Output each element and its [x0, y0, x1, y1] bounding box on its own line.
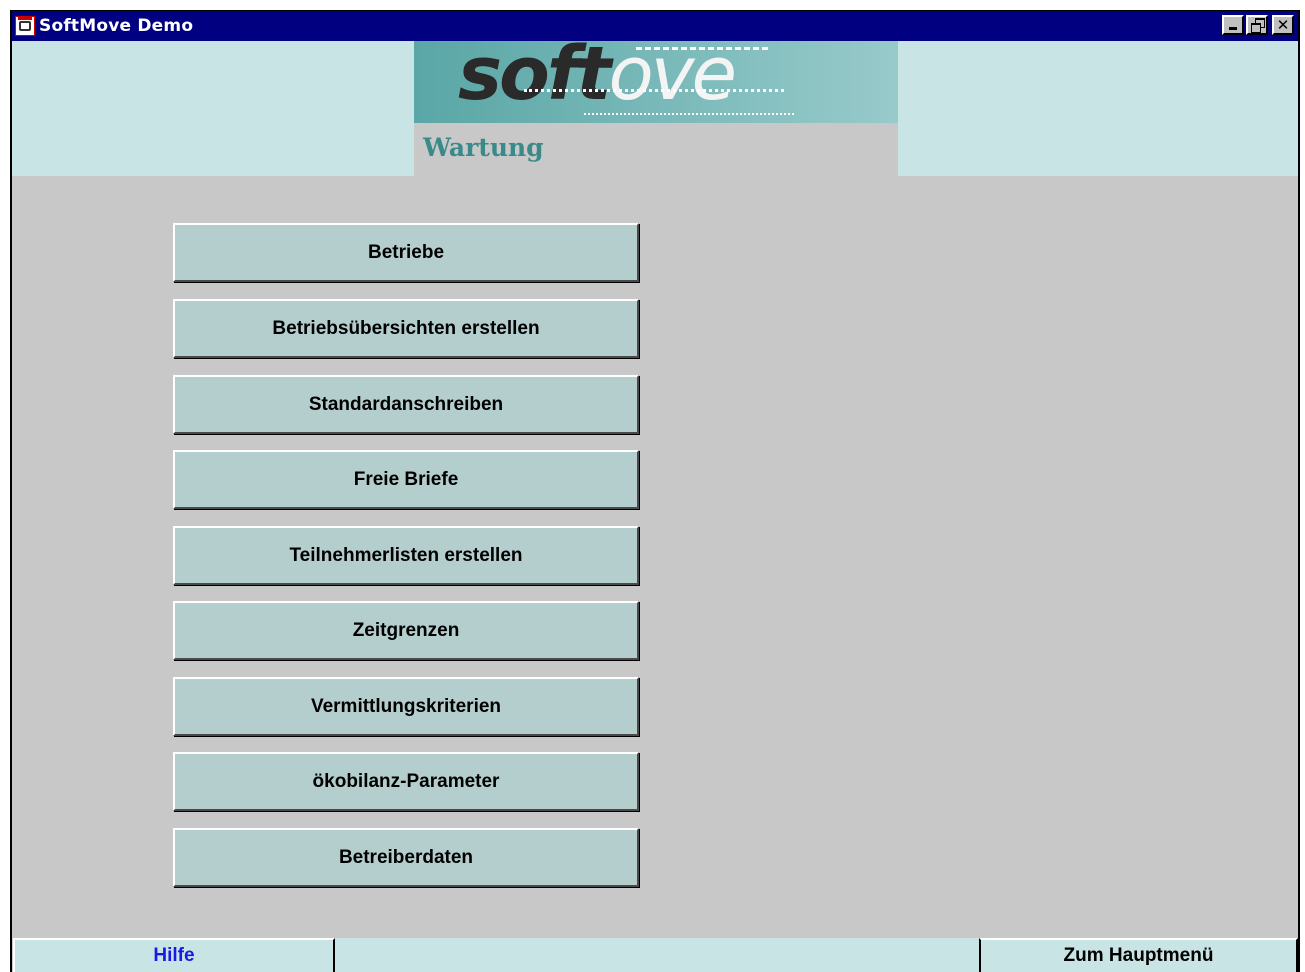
menu-button-vermittlungskriterien[interactable]: Vermittlungskriterien [173, 677, 639, 736]
minimize-button[interactable] [1222, 15, 1244, 35]
help-button[interactable]: Hilfe [13, 938, 335, 972]
app-icon[interactable] [15, 16, 35, 36]
restore-button[interactable] [1246, 15, 1268, 35]
page-subtitle: Wartung [423, 133, 544, 162]
close-button[interactable]: ✕ [1272, 15, 1294, 35]
menu-button-oekobilanz-parameter[interactable]: ökobilanz-Parameter [173, 752, 639, 811]
menu-button-freie-briefe[interactable]: Freie Briefe [173, 450, 639, 509]
window-title: SoftMove Demo [39, 16, 194, 36]
menu-button-zeitgrenzen[interactable]: Zeitgrenzen [173, 601, 639, 660]
menu-button-teilnehmerlisten[interactable]: Teilnehmerlisten erstellen [173, 526, 639, 585]
softmove-logo: softove [414, 41, 898, 123]
window-controls: ✕ [1222, 15, 1294, 35]
menu-button-standardanschreiben[interactable]: Standardanschreiben [173, 375, 639, 434]
menu-button-betriebe[interactable]: Betriebe [173, 223, 639, 282]
footer-spacer [335, 938, 979, 972]
app-window: SoftMove Demo ✕ softove Wartung Betriebe… [10, 10, 1300, 972]
header: softove Wartung [12, 41, 1298, 176]
title-bar[interactable]: SoftMove Demo ✕ [12, 11, 1298, 41]
main-menu-button[interactable]: Zum Hauptmenü [979, 938, 1298, 972]
menu-button-betriebsuebersichten[interactable]: Betriebsübersichten erstellen [173, 299, 639, 358]
logo-block: softove Wartung [414, 41, 898, 176]
menu-button-betreiberdaten[interactable]: Betreiberdaten [173, 828, 639, 887]
close-icon: ✕ [1276, 15, 1290, 34]
